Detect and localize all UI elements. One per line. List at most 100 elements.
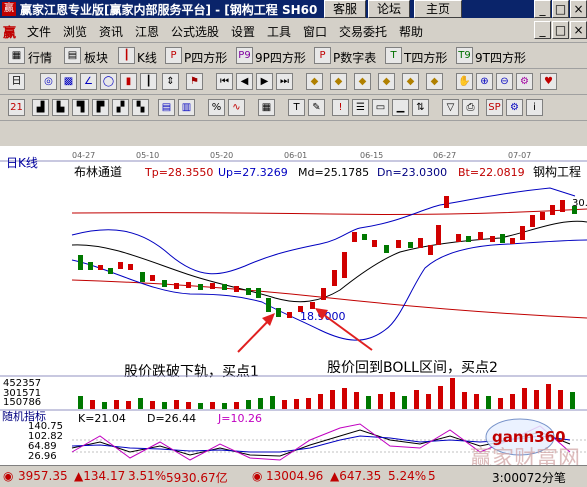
chart-c-icon[interactable]: ▜ xyxy=(72,99,89,116)
indicator-name: 布林通道 xyxy=(74,165,122,179)
menu-trade[interactable]: 交易委托 xyxy=(339,23,387,40)
gear-icon[interactable]: ⚙ xyxy=(506,99,523,116)
sector-button[interactable]: 板块 xyxy=(84,49,108,66)
stock-name: 钢构工程 xyxy=(533,164,581,179)
percent-icon[interactable]: % xyxy=(208,99,225,116)
zoom-out-icon[interactable]: ⊖ xyxy=(496,73,513,90)
page-icon[interactable]: ▭ xyxy=(372,99,389,116)
menu-settings[interactable]: 设置 xyxy=(231,23,255,40)
menu-window[interactable]: 窗口 xyxy=(303,23,327,40)
calendar-icon[interactable]: 日 xyxy=(8,73,25,90)
table-icon[interactable]: ▦ xyxy=(258,99,275,116)
favorite-icon[interactable]: ♥ xyxy=(540,73,557,90)
print-icon[interactable]: ⎙ xyxy=(462,99,479,116)
text-icon[interactable]: T xyxy=(288,99,305,116)
quote-button[interactable]: 行情 xyxy=(28,49,52,66)
sz-index-percent: 5.24% xyxy=(388,469,427,483)
menu-news[interactable]: 资讯 xyxy=(99,23,123,40)
sector-icon[interactable]: ▤ xyxy=(64,47,81,64)
chart-e-icon[interactable]: ▞ xyxy=(112,99,129,116)
diamond-3-icon[interactable]: ◆ xyxy=(354,73,371,90)
scale-icon[interactable]: ⇕ xyxy=(162,73,179,90)
angle-icon[interactable]: ∠ xyxy=(80,73,97,90)
sp-icon[interactable]: SP xyxy=(486,99,503,116)
chart-h-icon[interactable]: ▥ xyxy=(178,99,195,116)
wave-icon[interactable]: ∿ xyxy=(228,99,245,116)
p-number-icon[interactable]: P xyxy=(314,47,331,64)
stats-icon[interactable]: ▁ xyxy=(392,99,409,116)
status-bar: ◉ 3957.35 ▲134.17 3.51% 5930.67亿 ◉ 13004… xyxy=(0,465,587,487)
maximize-button[interactable]: □ xyxy=(552,0,569,18)
9t-square-icon[interactable]: T9 xyxy=(456,47,473,64)
last-icon[interactable]: ⏭ xyxy=(276,73,293,90)
close-button[interactable]: × xyxy=(570,0,587,18)
chart-g-icon[interactable]: ▤ xyxy=(158,99,175,116)
settings-icon[interactable]: ⚙ xyxy=(516,73,533,90)
sh-index-change: ▲134.17 xyxy=(74,469,126,483)
p-square-button[interactable]: P四方形 xyxy=(184,49,227,66)
filter-icon[interactable]: ▽ xyxy=(442,99,459,116)
flag-icon[interactable]: ⚑ xyxy=(186,73,203,90)
menu-gann[interactable]: 江恩 xyxy=(135,23,159,40)
chart-a-icon[interactable]: ▟ xyxy=(32,99,49,116)
line-marker-icon[interactable]: ┃ xyxy=(140,73,157,90)
diamond-4-icon[interactable]: ◆ xyxy=(378,73,395,90)
date-label: 06-01 xyxy=(284,151,307,160)
homepage-button[interactable]: 主页 xyxy=(414,0,462,18)
boll-md-value: Md=25.1785 xyxy=(298,166,369,179)
sort-icon[interactable]: ⇅ xyxy=(412,99,429,116)
sz-index-icon: ◉ xyxy=(252,469,263,483)
chart-f-icon[interactable]: ▚ xyxy=(132,99,149,116)
list-icon[interactable]: ☰ xyxy=(352,99,369,116)
info-icon[interactable]: i xyxy=(526,99,543,116)
9p-square-button[interactable]: 9P四方形 xyxy=(255,49,306,66)
grid-icon[interactable]: ▩ xyxy=(60,73,77,90)
9p-square-icon[interactable]: P9 xyxy=(236,47,253,64)
menu-bar: 赢 文件 浏览 资讯 江恩 公式选股 设置 工具 窗口 交易委托 帮助 _ □ … xyxy=(0,18,587,43)
menu-logo-icon: 赢 xyxy=(3,26,17,41)
menu-formula-screening[interactable]: 公式选股 xyxy=(171,23,219,40)
kline-chart-panel[interactable]: 04-27 05-10 05-20 06-01 06-15 06-27 07-0… xyxy=(0,146,587,465)
kline-button[interactable]: K线 xyxy=(137,49,157,66)
p-square-icon[interactable]: P xyxy=(165,47,182,64)
prev-icon[interactable]: ◀ xyxy=(236,73,253,90)
watermark-site: gann360 xyxy=(492,428,566,446)
diamond-6-icon[interactable]: ◆ xyxy=(426,73,443,90)
date-label: 07-07 xyxy=(508,151,531,160)
gann-fan-icon[interactable]: ◎ xyxy=(40,73,57,90)
child-close-button[interactable]: × xyxy=(570,21,587,39)
chart-d-icon[interactable]: ▛ xyxy=(92,99,109,116)
bar-chart-icon[interactable]: ▮ xyxy=(120,73,137,90)
chart-b-icon[interactable]: ▙ xyxy=(52,99,69,116)
forum-button[interactable]: 论坛 xyxy=(368,0,410,18)
period-label[interactable]: 日K线 xyxy=(6,156,38,170)
alert-icon[interactable]: ! xyxy=(332,99,349,116)
t-square-icon[interactable]: T xyxy=(385,47,402,64)
calendar-21-icon[interactable]: 21 xyxy=(8,99,25,116)
diamond-1-icon[interactable]: ◆ xyxy=(306,73,323,90)
quote-icon[interactable]: ▦ xyxy=(8,47,25,64)
menu-file[interactable]: 文件 xyxy=(27,23,51,40)
diamond-5-icon[interactable]: ◆ xyxy=(402,73,419,90)
next-icon[interactable]: ▶ xyxy=(256,73,273,90)
date-label: 05-20 xyxy=(210,151,233,160)
volume-axis-label: 150786 xyxy=(3,397,41,408)
kdj-axis-label: 26.96 xyxy=(28,451,57,462)
notes-icon[interactable]: ✎ xyxy=(308,99,325,116)
diamond-2-icon[interactable]: ◆ xyxy=(330,73,347,90)
first-icon[interactable]: ⏮ xyxy=(216,73,233,90)
hand-icon[interactable]: ✋ xyxy=(456,73,473,90)
menu-browse[interactable]: 浏览 xyxy=(63,23,87,40)
kline-icon[interactable]: ┃ xyxy=(118,47,135,64)
t-square-button[interactable]: T四方形 xyxy=(404,49,447,66)
menu-tools[interactable]: 工具 xyxy=(267,23,291,40)
zoom-in-icon[interactable]: ⊕ xyxy=(476,73,493,90)
circle-icon[interactable]: ◯ xyxy=(100,73,117,90)
menu-help[interactable]: 帮助 xyxy=(399,23,423,40)
customer-service-button[interactable]: 客服 xyxy=(324,0,366,18)
p-number-button[interactable]: P数字表 xyxy=(333,49,376,66)
child-minimize-button[interactable]: _ xyxy=(534,21,551,39)
minimize-button[interactable]: _ xyxy=(534,0,551,18)
9t-square-button[interactable]: 9T四方形 xyxy=(475,49,526,66)
child-maximize-button[interactable]: □ xyxy=(552,21,569,39)
